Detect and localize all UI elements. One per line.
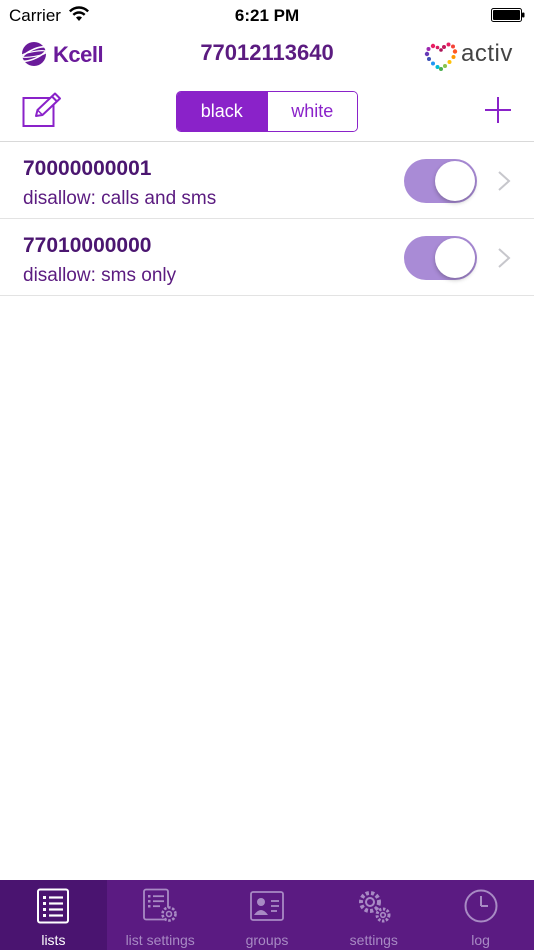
tab-log[interactable]: log — [427, 880, 534, 950]
status-bar: Carrier 6:21 PM — [0, 0, 534, 30]
list-item[interactable]: 70000000001 disallow: calls and sms — [0, 142, 534, 219]
list-icon — [37, 888, 70, 924]
tab-groups[interactable]: groups — [214, 880, 321, 950]
tab-label: groups — [245, 932, 289, 948]
list-item-toggle[interactable] — [404, 159, 477, 203]
edit-icon[interactable] — [22, 92, 64, 128]
list-item-number: 77010000000 — [23, 234, 152, 257]
tab-settings[interactable]: settings — [320, 880, 427, 950]
list-item-number: 70000000001 — [23, 157, 152, 180]
app-header: Kcell 77012113640 activ — [0, 30, 534, 80]
activ-logo-text: activ — [461, 40, 513, 67]
segment-white[interactable]: white — [266, 92, 357, 131]
list-item-description: disallow: sms only — [23, 265, 177, 286]
chevron-right-icon[interactable] — [497, 247, 511, 269]
activ-logo: activ — [423, 37, 521, 73]
list-item-description: disallow: calls and sms — [23, 188, 217, 209]
tab-lists[interactable]: lists — [0, 880, 107, 950]
list-settings-icon — [143, 888, 177, 922]
segment-black[interactable]: black — [177, 92, 267, 131]
activ-heart-icon — [424, 42, 458, 71]
clock-icon — [464, 889, 498, 923]
add-icon[interactable] — [484, 96, 512, 124]
tab-list-settings[interactable]: list settings — [107, 880, 214, 950]
toggle-knob — [435, 161, 475, 201]
list-item[interactable]: 77010000000 disallow: sms only — [0, 219, 534, 296]
list-toolbar: black white — [0, 80, 534, 142]
clock-time: 6:21 PM — [234, 6, 300, 25]
gears-icon — [358, 891, 391, 923]
tab-label: lists — [41, 932, 66, 948]
chevron-right-icon[interactable] — [497, 170, 511, 192]
tab-label: list settings — [125, 932, 195, 948]
tab-label: log — [471, 932, 490, 948]
list-item-toggle[interactable] — [404, 236, 477, 280]
tab-bar: lists list settings groups settings log — [0, 880, 534, 950]
battery-icon — [491, 8, 525, 22]
groups-icon — [250, 891, 284, 921]
list-type-segmented-control: black white — [176, 91, 358, 132]
toggle-knob — [435, 238, 475, 278]
blocked-numbers-list: 70000000001 disallow: calls and sms 7701… — [0, 142, 534, 296]
tab-label: settings — [349, 932, 398, 948]
